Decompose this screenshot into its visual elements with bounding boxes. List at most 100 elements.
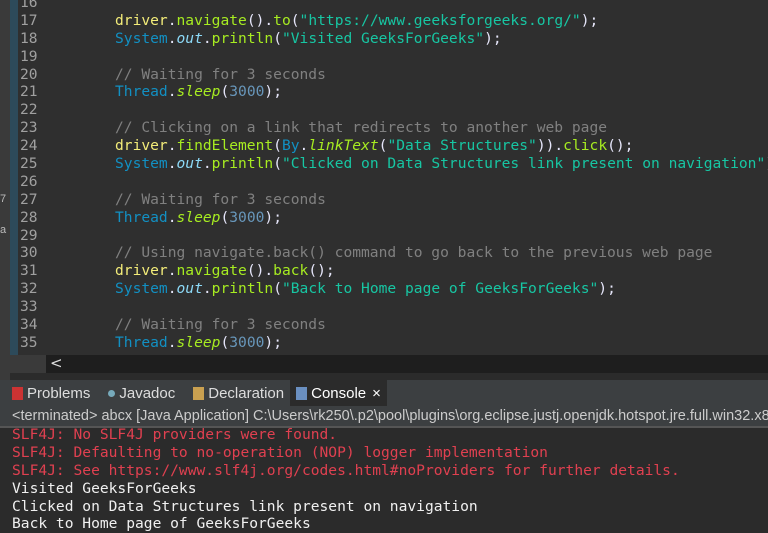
code-token: . <box>202 29 212 47</box>
code-line: 23 // Clicking on a link that redirects t… <box>18 119 768 137</box>
code-token: "Clicked on Data Structures link present… <box>281 155 766 173</box>
console-line: Back to Home page of GeeksForGeeks <box>12 515 311 533</box>
code-token: . <box>167 208 177 226</box>
code-token: 3000 <box>229 333 265 351</box>
code-token: Thread <box>115 208 168 226</box>
code-token: out <box>176 29 203 47</box>
code-line: 30 // Using navigate.back() command to go… <box>18 244 768 262</box>
code-line: 31 driver.navigate().back(); <box>18 262 768 280</box>
code-token: // Waiting for 3 seconds <box>115 190 326 208</box>
code-token: ( <box>220 333 230 351</box>
code-token: // Using navigate.back() command to go b… <box>115 244 713 262</box>
code-token: ); <box>484 29 502 47</box>
code-text: Thread.sleep(3000); <box>52 83 282 101</box>
code-token: to <box>273 11 291 29</box>
code-token: . <box>167 83 177 101</box>
tab-javadoc[interactable]: Javadoc <box>96 380 181 406</box>
line-number: 20 <box>20 65 38 83</box>
code-editor[interactable]: 16 17 driver.navigate().to("https://www.ge… <box>18 0 768 355</box>
code-token: "Data Structures" <box>387 137 537 155</box>
code-text: // Waiting for 3 seconds <box>52 316 326 334</box>
view-tabs: Problems Javadoc Declaration Console × <box>0 380 768 406</box>
tab-label: Problems <box>27 384 91 402</box>
code-token: System <box>115 280 168 298</box>
console-line: Visited GeeksForGeeks <box>12 479 197 497</box>
console-header: <terminated> abcx [Java Application] C:\… <box>0 406 768 428</box>
code-token: . <box>202 280 212 298</box>
code-token: . <box>167 11 177 29</box>
code-token: "Visited GeeksForGeeks" <box>281 29 485 47</box>
code-line: 16 <box>18 0 768 12</box>
tab-declaration[interactable]: Declaration <box>181 380 290 406</box>
line-number: 22 <box>20 101 38 119</box>
horizontal-scrollbar[interactable]: < <box>10 354 768 373</box>
line-number: 18 <box>20 29 38 47</box>
line-number: 32 <box>20 280 38 298</box>
code-token: driver <box>115 137 168 155</box>
code-line: 29 <box>18 227 768 245</box>
code-token: back <box>273 262 309 280</box>
code-token: println <box>211 155 274 173</box>
code-line: 19 <box>18 48 768 66</box>
code-line: 35 Thread.sleep(3000); <box>18 334 768 352</box>
close-icon[interactable]: × <box>372 385 381 402</box>
code-token: (). <box>246 11 274 29</box>
code-token: // Waiting for 3 seconds <box>115 65 326 83</box>
left-edge-text: a <box>0 224 7 236</box>
line-number: 19 <box>20 47 38 65</box>
code-token: ( <box>273 280 282 298</box>
code-token: Thread <box>115 83 168 101</box>
code-token: . <box>167 262 177 280</box>
code-token: (); <box>607 137 634 155</box>
code-token: Thread <box>115 333 168 351</box>
line-number: 29 <box>20 226 38 244</box>
code-text: driver.navigate().back(); <box>52 262 335 280</box>
code-token: ( <box>273 155 282 173</box>
scroll-left-icon[interactable]: < <box>50 354 63 372</box>
line-number: 33 <box>20 298 38 316</box>
line-number: 26 <box>20 172 38 190</box>
code-line: 27 // Waiting for 3 seconds <box>18 191 768 209</box>
overview-ruler <box>10 0 18 355</box>
code-token: navigate <box>176 262 247 280</box>
code-token: ); <box>598 280 616 298</box>
code-line: 32 System.out.println("Back to Home page … <box>18 280 768 298</box>
code-token: By <box>281 137 300 155</box>
tab-console[interactable]: Console × <box>290 380 387 406</box>
console-line: SLF4J: Defaulting to no-operation (NOP) … <box>12 443 548 461</box>
code-token: . <box>167 155 177 173</box>
code-token: ); <box>580 11 599 29</box>
console-output: SLF4J: No SLF4J providers were found. SLF… <box>12 426 680 533</box>
code-token: ); <box>264 208 282 226</box>
problems-icon <box>12 386 23 400</box>
code-text: System.out.println("Visited GeeksForGeek… <box>52 30 502 48</box>
console-line: Clicked on Data Structures link present … <box>12 497 478 515</box>
code-token: . <box>167 29 177 47</box>
code-token: )). <box>536 137 564 155</box>
tab-label: Console <box>311 384 367 402</box>
code-line: 17 driver.navigate().to("https://www.geek… <box>18 12 768 30</box>
line-number: 21 <box>20 83 38 101</box>
code-line: 26 <box>18 173 768 191</box>
code-line: 25 System.out.println("Clicked on Data St… <box>18 155 768 173</box>
code-token: // Waiting for 3 seconds <box>115 316 326 334</box>
tab-problems[interactable]: Problems <box>0 380 96 406</box>
code-token: ); <box>264 333 282 351</box>
code-token: out <box>176 280 203 298</box>
code-token: 3000 <box>229 208 265 226</box>
code-token: sleep <box>176 208 221 226</box>
code-token: ( <box>220 83 230 101</box>
code-token: click <box>563 137 608 155</box>
code-token: . <box>167 333 177 351</box>
scrollbar-track[interactable] <box>46 355 768 373</box>
line-number: 35 <box>20 333 38 351</box>
code-token: linkText <box>308 137 379 155</box>
code-token: println <box>211 29 274 47</box>
code-line: 34 // Waiting for 3 seconds <box>18 316 768 334</box>
code-token: ( <box>273 29 282 47</box>
code-token: "Back to Home page of GeeksForGeeks" <box>281 280 599 298</box>
